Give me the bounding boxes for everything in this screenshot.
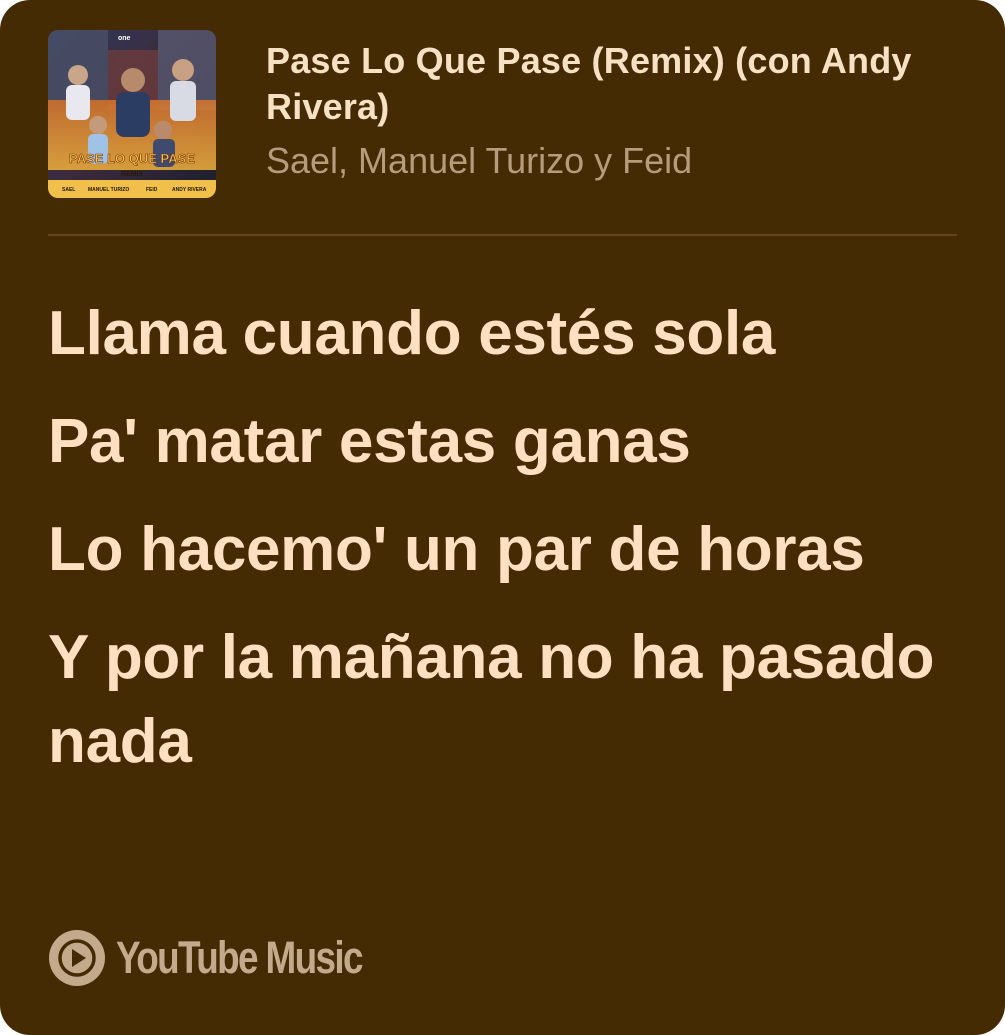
- song-artists: Sael, Manuel Turizo y Feid: [266, 140, 693, 181]
- song-title: Pase Lo Que Pase (Remix) (con Andy River…: [266, 40, 912, 127]
- header-divider: [48, 234, 957, 236]
- album-cover-art: PASE LO QUE PASE REMIX SAEL MANUEL TURIZ…: [48, 30, 216, 198]
- cover-credit-4: ANDY RIVERA: [172, 187, 207, 193]
- song-header: PASE LO QUE PASE REMIX SAEL MANUEL TURIZ…: [48, 30, 957, 198]
- cover-title-text: PASE LO QUE PASE: [69, 151, 195, 166]
- song-info: Pase Lo Que Pase (Remix) (con Andy River…: [266, 38, 957, 184]
- album-cover: PASE LO QUE PASE REMIX SAEL MANUEL TURIZ…: [48, 30, 216, 198]
- lyrics-block: Llama cuando estés sola Pa' matar estas …: [48, 292, 957, 808]
- lyric-line: Y por la mañana no ha pasado nada: [48, 623, 935, 776]
- lyrics-card: PASE LO QUE PASE REMIX SAEL MANUEL TURIZ…: [0, 0, 1005, 1035]
- lyric-line: Lo hacemo' un par de horas: [48, 515, 865, 584]
- youtube-music-icon: [48, 929, 106, 987]
- cover-credit-2: MANUEL TURIZO: [88, 187, 129, 193]
- cover-credit-1: SAEL: [62, 187, 75, 193]
- cover-subtitle-text: REMIX: [121, 171, 144, 178]
- youtube-music-logo: YouTube Music: [48, 929, 416, 987]
- cover-credit-3: FEID: [146, 187, 158, 193]
- cover-top-badge: one: [118, 35, 131, 42]
- lyric-line: Pa' matar estas ganas: [48, 407, 691, 476]
- lyric-line: Llama cuando estés sola: [48, 299, 776, 368]
- brand-name: YouTube Music: [116, 932, 364, 983]
